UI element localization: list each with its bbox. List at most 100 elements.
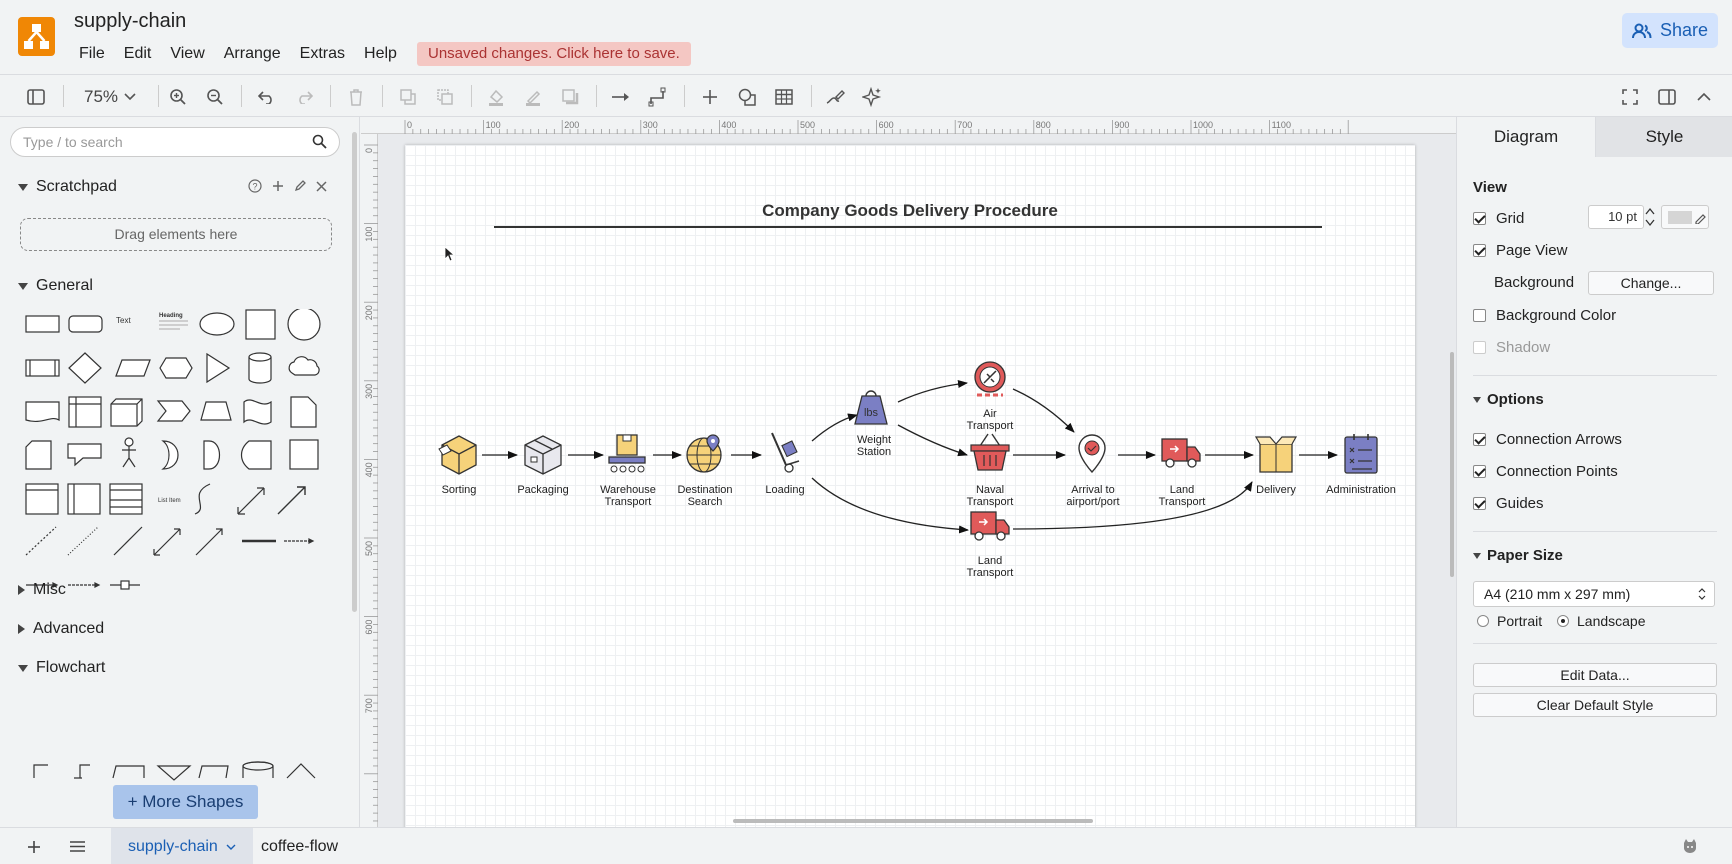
- format-panel-toggle-icon[interactable]: [24, 75, 48, 118]
- grid-option[interactable]: Grid: [1473, 210, 1524, 227]
- advanced-section-header[interactable]: Advanced: [18, 620, 104, 638]
- landscape-option[interactable]: Landscape: [1557, 613, 1646, 629]
- help-icon[interactable]: ?: [248, 179, 262, 193]
- more-shapes-button[interactable]: + More Shapes: [113, 785, 258, 819]
- pages-menu-icon[interactable]: [69, 840, 86, 853]
- connection-points-checkbox[interactable]: [1473, 465, 1486, 478]
- freehand-draw-icon[interactable]: [824, 75, 846, 118]
- edit-pencil-icon[interactable]: [294, 180, 306, 192]
- node-label-destination-search[interactable]: Destination Search: [660, 484, 750, 508]
- share-button[interactable]: Share: [1622, 13, 1718, 48]
- fullscreen-icon[interactable]: [1619, 75, 1641, 118]
- paper-size-heading[interactable]: Paper Size: [1473, 547, 1563, 564]
- waypoints-icon[interactable]: [647, 75, 669, 118]
- diagram-page[interactable]: Company Goods Delivery Procedure lbs Sor…: [405, 145, 1415, 827]
- ai-sparkle-icon[interactable]: [861, 75, 883, 118]
- sidebar-scrollbar[interactable]: [352, 132, 357, 612]
- add-icon[interactable]: [272, 180, 284, 192]
- expand-triangle-icon: [18, 183, 28, 191]
- node-label-naval-transport[interactable]: Naval Transport: [945, 484, 1035, 508]
- connection-arrows-option[interactable]: Connection Arrows: [1473, 431, 1622, 448]
- document-title[interactable]: supply-chain: [74, 10, 186, 33]
- guides-checkbox[interactable]: [1473, 497, 1486, 510]
- flowchart-section-header[interactable]: Flowchart: [18, 659, 105, 677]
- search-icon[interactable]: [312, 134, 327, 154]
- menu-view[interactable]: View: [170, 45, 204, 63]
- close-icon[interactable]: [316, 180, 327, 192]
- change-background-button[interactable]: Change...: [1588, 271, 1714, 295]
- background-color-checkbox[interactable]: [1473, 309, 1486, 322]
- page-tab-supply-chain[interactable]: supply-chain: [111, 828, 254, 864]
- menu-file[interactable]: File: [79, 45, 105, 63]
- delete-icon[interactable]: [345, 75, 367, 118]
- menu-arrange[interactable]: Arrange: [224, 45, 281, 63]
- node-label-delivery[interactable]: Delivery: [1231, 484, 1321, 496]
- background-color-label: Background Color: [1496, 307, 1617, 324]
- paper-size-select[interactable]: A4 (210 mm x 297 mm): [1473, 581, 1715, 607]
- to-back-icon[interactable]: [434, 75, 456, 118]
- guides-option[interactable]: Guides: [1473, 495, 1544, 512]
- drawio-logo-icon[interactable]: [18, 17, 55, 56]
- shape-search-input[interactable]: Type / to search: [10, 127, 340, 157]
- menu-edit[interactable]: Edit: [124, 45, 152, 63]
- insert-plus-icon[interactable]: [699, 75, 721, 118]
- edit-data-button[interactable]: Edit Data...: [1473, 663, 1717, 687]
- page-view-checkbox[interactable]: [1473, 244, 1486, 257]
- connection-arrow-icon[interactable]: [610, 75, 632, 118]
- zoom-out-icon[interactable]: [204, 75, 226, 118]
- tab-style[interactable]: Style: [1595, 117, 1732, 157]
- node-label-administration[interactable]: Administration: [1316, 484, 1406, 496]
- node-label-sorting[interactable]: Sorting: [414, 484, 504, 496]
- add-page-icon[interactable]: [27, 840, 41, 854]
- page-view-option[interactable]: Page View: [1473, 242, 1567, 259]
- zoom-in-icon[interactable]: [167, 75, 189, 118]
- collapse-chevron-up-icon[interactable]: [1693, 75, 1715, 118]
- zoom-dropdown[interactable]: 75%: [80, 75, 140, 118]
- node-label-air-transport[interactable]: Air Transport: [945, 408, 1035, 432]
- fill-color-icon[interactable]: [485, 75, 507, 118]
- node-label-weight-station[interactable]: Weight Station: [829, 434, 919, 458]
- menu-extras[interactable]: Extras: [300, 45, 345, 63]
- github-cat-icon[interactable]: [1681, 837, 1699, 855]
- or-shape-icon: [161, 440, 179, 470]
- insert-table-icon[interactable]: [773, 75, 795, 118]
- node-label-loading[interactable]: Loading: [740, 484, 830, 496]
- grid-size-stepper-icon[interactable]: [1645, 205, 1655, 229]
- portrait-radio[interactable]: [1477, 615, 1489, 627]
- redo-icon[interactable]: [293, 75, 315, 118]
- scratchpad-header[interactable]: Scratchpad: [18, 178, 117, 196]
- shadow-icon[interactable]: [559, 75, 581, 118]
- canvas-horizontal-scrollbar[interactable]: [733, 819, 1093, 823]
- shadow-option[interactable]: Shadow: [1473, 339, 1550, 356]
- diagram-canvas[interactable]: 0 100 200 300 400 500 600 700 800 900 1000 1100 0 10…: [361, 117, 1456, 827]
- clear-default-style-button[interactable]: Clear Default Style: [1473, 693, 1717, 717]
- grid-size-input[interactable]: 10 pt: [1588, 205, 1644, 229]
- landscape-radio[interactable]: [1557, 615, 1569, 627]
- line-color-icon[interactable]: [522, 75, 544, 118]
- format-sidebar-toggle-icon[interactable]: [1656, 75, 1678, 118]
- expand-triangle-icon: [1473, 552, 1481, 559]
- connection-arrows-checkbox[interactable]: [1473, 433, 1486, 446]
- shadow-checkbox[interactable]: [1473, 341, 1486, 354]
- canvas-vertical-scrollbar[interactable]: [1450, 352, 1454, 577]
- connection-points-option[interactable]: Connection Points: [1473, 463, 1618, 480]
- misc-section-header[interactable]: Misc: [18, 581, 66, 599]
- undo-icon[interactable]: [256, 75, 278, 118]
- insert-shapes-icon[interactable]: [736, 75, 758, 118]
- general-section-header[interactable]: General: [18, 277, 93, 295]
- unsaved-changes-notice[interactable]: Unsaved changes. Click here to save.: [417, 42, 691, 66]
- node-label-land-transport[interactable]: Land Transport: [1137, 484, 1227, 508]
- grid-checkbox[interactable]: [1473, 212, 1486, 225]
- grid-color-picker[interactable]: [1661, 205, 1709, 229]
- to-front-icon[interactable]: [397, 75, 419, 118]
- tab-diagram[interactable]: Diagram: [1457, 117, 1595, 157]
- options-heading[interactable]: Options: [1473, 391, 1544, 408]
- node-label-arrival[interactable]: Arrival to airport/port: [1048, 484, 1138, 508]
- background-color-option[interactable]: Background Color: [1473, 307, 1616, 324]
- portrait-option[interactable]: Portrait: [1477, 613, 1542, 629]
- scratchpad-drop-zone[interactable]: Drag elements here: [20, 218, 332, 251]
- menu-help[interactable]: Help: [364, 45, 397, 63]
- page-tab-coffee-flow[interactable]: coffee-flow: [244, 828, 355, 864]
- node-label-packaging[interactable]: Packaging: [498, 484, 588, 496]
- node-label-land-transport-bottom[interactable]: Land Transport: [945, 555, 1035, 579]
